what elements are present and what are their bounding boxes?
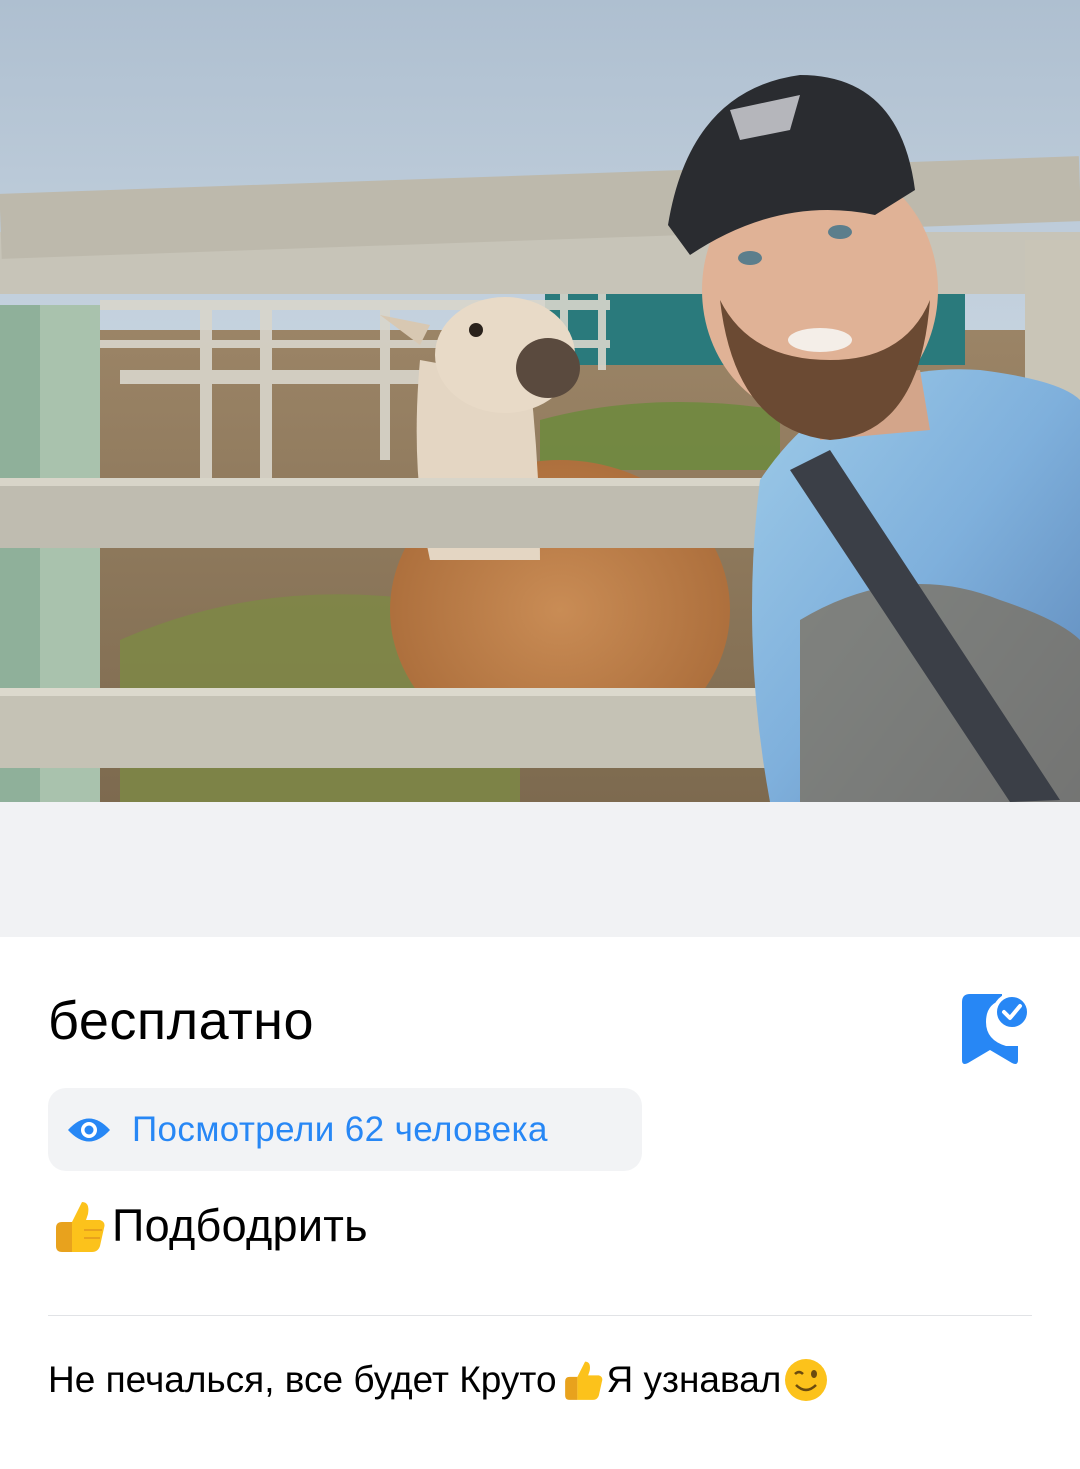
views-count-text: Посмотрели 62 человека — [132, 1109, 548, 1149]
thumbs-up-icon — [559, 1357, 605, 1403]
cheer-label: Подбодрить — [112, 1200, 368, 1251]
price-title: бесплатно — [48, 991, 315, 1051]
divider — [48, 1315, 1032, 1316]
media-area — [0, 0, 1080, 937]
cheer-button[interactable]: Подбодрить — [48, 1194, 368, 1258]
bookmark-button[interactable] — [956, 990, 1036, 1070]
comment-part-2: Я узнавал — [606, 1359, 782, 1400]
views-chip[interactable]: Посмотрели 62 человека — [48, 1088, 642, 1171]
winking-face-icon — [783, 1357, 829, 1403]
post-photo[interactable] — [0, 0, 1080, 802]
bookmark-check-icon — [962, 993, 1031, 1064]
photo-llama-selfie — [0, 0, 1080, 802]
eye-icon — [66, 1115, 112, 1145]
thumbs-up-icon — [48, 1196, 108, 1256]
comment-part-1: Не печалься, все будет Круто — [48, 1359, 557, 1400]
comment-text: Не печалься, все будет Круто Я узнавал — [48, 1352, 831, 1408]
